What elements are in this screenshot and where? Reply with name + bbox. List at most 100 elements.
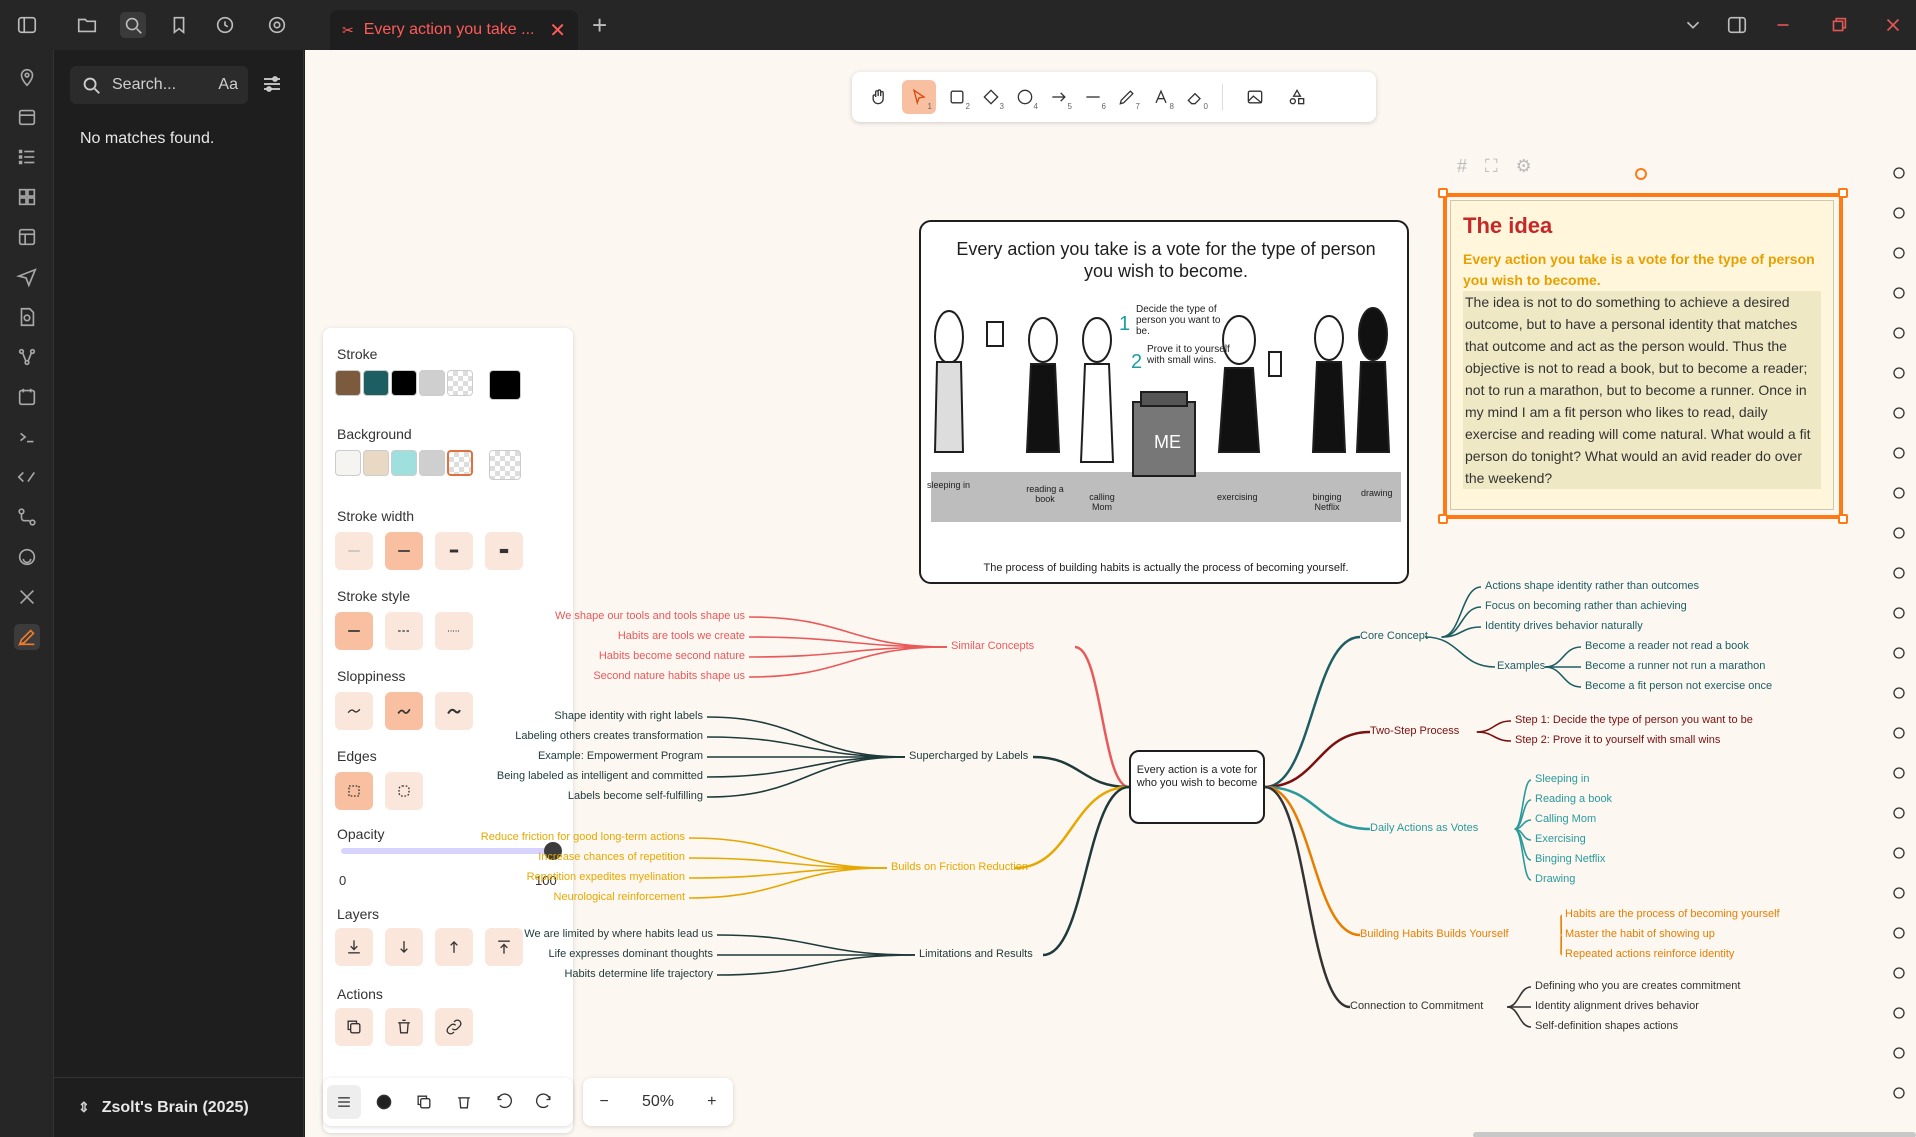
marker-blue-icon[interactable] xyxy=(1886,360,1912,386)
smile-icon[interactable] xyxy=(14,544,40,570)
mindmap-leaf[interactable]: Focus on becoming rather than achieving xyxy=(1485,600,1687,612)
stroke-width-thin[interactable] xyxy=(335,532,373,570)
hash-icon[interactable]: # xyxy=(1457,156,1467,177)
mindmap-leaf[interactable]: Become a runner not run a marathon xyxy=(1585,660,1765,672)
list-icon[interactable] xyxy=(14,144,40,170)
maximize-icon[interactable] xyxy=(1826,12,1852,38)
mindmap-leaf[interactable]: Labels become self-fulfilling xyxy=(568,790,703,802)
zoom-level[interactable]: 50% xyxy=(642,1093,674,1111)
zoom-in-button[interactable]: + xyxy=(707,1093,716,1111)
mindmap-leaf[interactable]: We are limited by where habits lead us xyxy=(524,928,713,940)
new-tab-button[interactable]: + xyxy=(592,10,607,41)
illustration-frame[interactable]: Every action you take is a vote for the … xyxy=(919,220,1409,584)
arrow-tool[interactable]: 5 xyxy=(1042,80,1076,114)
excalidraw-icon[interactable] xyxy=(14,624,40,650)
mindmap-leaf[interactable]: Neurological reinforcement xyxy=(554,891,685,903)
lasso-icon[interactable] xyxy=(1886,600,1912,626)
search-settings-icon[interactable] xyxy=(260,72,286,98)
line-tool[interactable]: 6 xyxy=(1076,80,1110,114)
mindmap-leaf[interactable]: Habits are the process of becoming yours… xyxy=(1565,908,1780,920)
obsidian-icon[interactable] xyxy=(1886,160,1912,186)
search-icon[interactable] xyxy=(120,12,146,38)
mindmap-branch-votes[interactable]: Daily Actions as Votes xyxy=(1370,822,1478,834)
close-window-icon[interactable] xyxy=(1880,12,1906,38)
mindmap-leaf[interactable]: Master the habit of showing up xyxy=(1565,928,1715,940)
mindmap-center-node[interactable]: Every action is a vote for who you wish … xyxy=(1129,750,1265,824)
resize-handle-tr[interactable] xyxy=(1838,188,1848,198)
mindmap-leaf[interactable]: Life expresses dominant thoughts xyxy=(549,948,714,960)
workflow-icon[interactable] xyxy=(14,504,40,530)
undo-icon[interactable] xyxy=(487,1085,521,1119)
mindmap-branch-examples[interactable]: Examples xyxy=(1497,660,1545,672)
mindmap-leaf[interactable]: Step 2: Prove it to yourself with small … xyxy=(1515,734,1720,746)
sticker-icon[interactable] xyxy=(1886,840,1912,866)
bring-to-front-button[interactable] xyxy=(485,928,523,966)
mindmap-branch-commit[interactable]: Connection to Commitment xyxy=(1350,1000,1483,1012)
mindmap-leaf[interactable]: Exercising xyxy=(1535,833,1586,845)
pen-alt-icon[interactable] xyxy=(1886,320,1912,346)
expand-icon[interactable]: ⛶ xyxy=(1485,156,1498,177)
stroke-color-brown[interactable] xyxy=(335,370,361,396)
bg-current-color[interactable] xyxy=(489,450,521,480)
trash-icon[interactable] xyxy=(447,1085,481,1119)
history-icon[interactable] xyxy=(212,12,238,38)
bg-color-white[interactable] xyxy=(335,450,361,476)
resize-handle-bl[interactable] xyxy=(1438,514,1448,524)
sloppiness-cartoonist[interactable] xyxy=(435,692,473,730)
fullscreen-icon[interactable] xyxy=(1886,240,1912,266)
stroke-style-dashed[interactable] xyxy=(385,612,423,650)
mindmap-leaf[interactable]: Increase chances of repetition xyxy=(538,851,685,863)
stroke-width-heavy[interactable] xyxy=(485,532,523,570)
graph-icon[interactable] xyxy=(14,344,40,370)
mindmap-branch-twostep[interactable]: Two-Step Process xyxy=(1370,725,1459,737)
duplicate-icon[interactable] xyxy=(407,1085,441,1119)
embed-settings-icon[interactable]: ⚙ xyxy=(1516,156,1532,177)
tools-icon[interactable] xyxy=(14,584,40,610)
text-tool[interactable]: 8 xyxy=(1144,80,1178,114)
main-menu-icon[interactable] xyxy=(327,1085,361,1119)
frame-icon[interactable] xyxy=(1886,760,1912,786)
link-button[interactable] xyxy=(435,1008,473,1046)
bg-color-cyan[interactable] xyxy=(391,450,417,476)
files-icon[interactable] xyxy=(74,12,100,38)
match-case-toggle[interactable]: Aa xyxy=(218,76,238,94)
mindmap-leaf[interactable]: Reading a book xyxy=(1535,793,1612,805)
stroke-style-dotted[interactable] xyxy=(435,612,473,650)
mindmap-leaf[interactable]: Identity drives behavior naturally xyxy=(1485,620,1643,632)
sloppiness-architect[interactable] xyxy=(335,692,373,730)
new-file-icon[interactable] xyxy=(1886,200,1912,226)
highlighter-icon[interactable] xyxy=(1886,400,1912,426)
pen-icon[interactable] xyxy=(1886,280,1912,306)
mindmap-leaf[interactable]: Defining who you are creates commitment xyxy=(1535,980,1740,992)
marker-light-icon[interactable] xyxy=(1886,520,1912,546)
marker-gray-icon[interactable] xyxy=(1886,480,1912,506)
stroke-color-black[interactable] xyxy=(391,370,417,396)
sloppiness-artist[interactable] xyxy=(385,692,423,730)
eraser-tool[interactable]: 0 xyxy=(1178,80,1212,114)
rotate-handle[interactable] xyxy=(1635,168,1647,180)
duplicate-button[interactable] xyxy=(335,1008,373,1046)
panel-icon[interactable] xyxy=(1886,1000,1912,1026)
mindmap-branch-core[interactable]: Core Concept xyxy=(1360,630,1428,642)
send-backward-button[interactable] xyxy=(385,928,423,966)
mindmap-leaf[interactable]: Shape identity with right labels xyxy=(554,710,703,722)
mindmap-leaf[interactable]: Binging Netflix xyxy=(1535,853,1605,865)
rectangle-tool[interactable]: 2 xyxy=(940,80,974,114)
send-to-back-button[interactable] xyxy=(335,928,373,966)
mindmap-branch-friction[interactable]: Builds on Friction Reduction xyxy=(891,861,1028,873)
mindmap-leaf[interactable]: Being labeled as intelligent and committ… xyxy=(497,770,703,782)
resize-handle-tl[interactable] xyxy=(1438,188,1448,198)
edges-sharp[interactable] xyxy=(335,772,373,810)
map-pin-icon[interactable] xyxy=(14,64,40,90)
stroke-width-extra-bold[interactable] xyxy=(435,532,473,570)
stroke-color-teal[interactable] xyxy=(363,370,389,396)
chevron-down-icon[interactable] xyxy=(1680,12,1706,38)
resize-handle-br[interactable] xyxy=(1838,514,1848,524)
mindmap-branch-building[interactable]: Building Habits Builds Yourself xyxy=(1360,928,1509,940)
bookmark-icon[interactable] xyxy=(166,12,192,38)
calendar-icon[interactable] xyxy=(14,104,40,130)
opacity-slider[interactable] xyxy=(341,842,562,860)
delete-button[interactable] xyxy=(385,1008,423,1046)
bg-color-gray[interactable] xyxy=(419,450,445,476)
diamond-tool[interactable]: 3 xyxy=(974,80,1008,114)
